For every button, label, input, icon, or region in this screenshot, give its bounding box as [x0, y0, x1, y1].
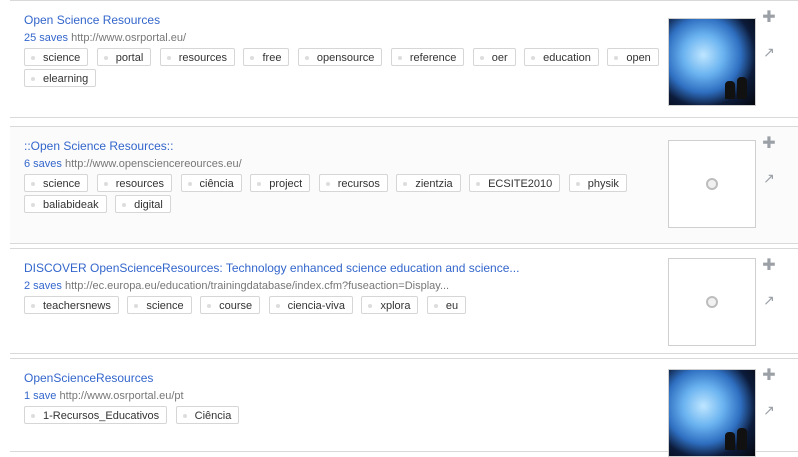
placeholder-icon	[706, 178, 718, 190]
tag[interactable]: physik	[568, 174, 627, 192]
result-content: ::Open Science Resources:: 6 saves http:…	[24, 139, 664, 216]
tag[interactable]: science	[24, 174, 89, 192]
tag[interactable]: ciência	[180, 174, 242, 192]
tag-list: teachersnews science course ciencia-viva…	[24, 296, 664, 317]
tag[interactable]: ciencia-viva	[268, 296, 354, 314]
tag[interactable]: course	[200, 296, 261, 314]
tag[interactable]: baliabideak	[24, 195, 107, 213]
tag[interactable]: portal	[96, 48, 152, 66]
result-title-link[interactable]: ::Open Science Resources::	[24, 139, 644, 153]
tag[interactable]: oer	[472, 48, 516, 66]
tag[interactable]: teachersnews	[24, 296, 119, 314]
tag[interactable]: recursos	[318, 174, 388, 192]
tag[interactable]: science	[127, 296, 192, 314]
tag[interactable]: resources	[96, 174, 173, 192]
result-item: OpenScienceResources 1 save http://www.o…	[10, 358, 798, 457]
result-actions: ✚ ↗	[760, 257, 780, 325]
tag[interactable]: opensource	[297, 48, 383, 66]
result-title-link[interactable]: OpenScienceResources	[24, 371, 644, 385]
saves-count-link[interactable]: 6 saves	[24, 158, 62, 170]
thumbnail-image[interactable]	[668, 18, 756, 106]
tag[interactable]: free	[243, 48, 290, 66]
thumbnail-figure	[725, 81, 735, 99]
result-item: ::Open Science Resources:: 6 saves http:…	[10, 126, 798, 244]
share-icon[interactable]: ↗	[760, 401, 778, 419]
tag[interactable]: elearning	[24, 69, 97, 87]
plus-icon[interactable]: ✚	[760, 9, 778, 27]
share-icon[interactable]: ↗	[760, 169, 778, 187]
tag[interactable]: xplora	[361, 296, 419, 314]
result-content: OpenScienceResources 1 save http://www.o…	[24, 371, 664, 427]
bookmark-results-list: Open Science Resources 25 saves http://w…	[0, 0, 798, 457]
placeholder-icon	[706, 296, 718, 308]
tag[interactable]: project	[250, 174, 311, 192]
share-icon[interactable]: ↗	[760, 43, 778, 61]
plus-icon[interactable]: ✚	[760, 135, 778, 153]
result-title-link[interactable]: DISCOVER OpenScienceResources: Technolog…	[24, 261, 644, 275]
result-meta: 2 saves http://ec.europa.eu/education/tr…	[24, 279, 644, 293]
tag[interactable]: resources	[159, 48, 236, 66]
result-url: http://www.opensciencereources.eu/	[64, 158, 242, 170]
result-meta: 1 save http://www.osrportal.eu/pt	[24, 389, 644, 403]
result-item: Open Science Resources 25 saves http://w…	[10, 0, 798, 118]
thumbnail-image[interactable]	[668, 369, 756, 457]
thumbnail-figure	[737, 428, 747, 450]
tag[interactable]: 1-Recursos_Educativos	[24, 406, 168, 424]
thumbnail-placeholder[interactable]	[668, 140, 756, 228]
tag[interactable]: ECSITE2010	[469, 174, 561, 192]
tag[interactable]: open	[607, 48, 659, 66]
result-url: http://www.osrportal.eu/pt	[59, 390, 184, 402]
tag[interactable]: zientzia	[396, 174, 461, 192]
saves-count-link[interactable]: 1 save	[24, 390, 56, 402]
tag[interactable]: reference	[390, 48, 465, 66]
tag[interactable]: education	[524, 48, 599, 66]
result-content: DISCOVER OpenScienceResources: Technolog…	[24, 261, 664, 317]
tag-list: science resources ciência project recurs…	[24, 174, 664, 216]
thumbnail-figure	[725, 432, 735, 450]
result-actions: ✚ ↗	[760, 9, 780, 77]
result-content: Open Science Resources 25 saves http://w…	[24, 13, 664, 90]
result-meta: 25 saves http://www.osrportal.eu/	[24, 31, 644, 45]
tag-list: science portal resources free opensource…	[24, 48, 664, 90]
result-item: DISCOVER OpenScienceResources: Technolog…	[10, 248, 798, 354]
tag[interactable]: eu	[426, 296, 467, 314]
tag[interactable]: Ciência	[175, 406, 240, 424]
tag[interactable]: science	[24, 48, 89, 66]
result-actions: ✚ ↗	[760, 135, 780, 203]
result-meta: 6 saves http://www.opensciencereources.e…	[24, 157, 644, 171]
tag[interactable]: digital	[115, 195, 171, 213]
thumbnail-placeholder[interactable]	[668, 258, 756, 346]
result-url: http://ec.europa.eu/education/trainingda…	[64, 280, 450, 292]
plus-icon[interactable]: ✚	[760, 257, 778, 275]
thumbnail-figure	[737, 77, 747, 99]
tag-list: 1-Recursos_Educativos Ciência	[24, 406, 664, 427]
result-actions: ✚ ↗	[760, 367, 780, 435]
result-title-link[interactable]: Open Science Resources	[24, 13, 644, 27]
share-icon[interactable]: ↗	[760, 291, 778, 309]
saves-count-link[interactable]: 2 saves	[24, 280, 62, 292]
result-url: http://www.osrportal.eu/	[71, 32, 187, 44]
saves-count-link[interactable]: 25 saves	[24, 32, 68, 44]
plus-icon[interactable]: ✚	[760, 367, 778, 385]
